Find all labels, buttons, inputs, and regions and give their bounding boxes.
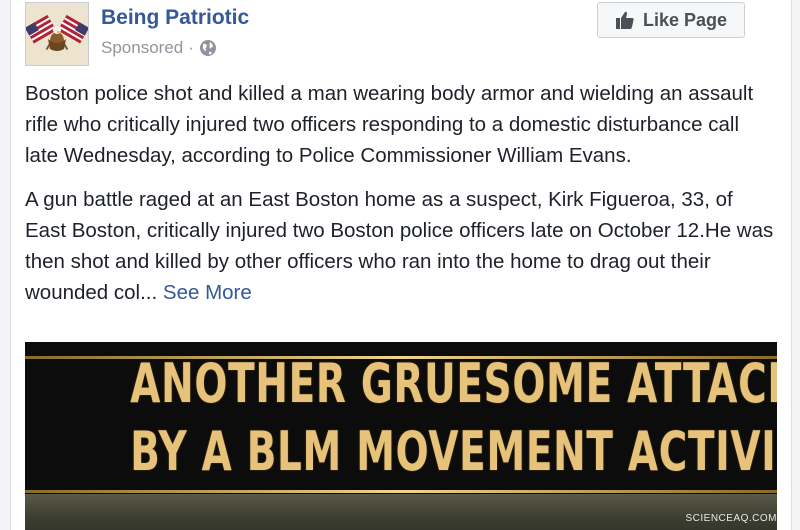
watermark: SCIENCEAQ.COM <box>685 513 777 524</box>
thumbs-up-icon <box>615 10 635 30</box>
post-body: Boston police shot and killed a man wear… <box>25 78 775 321</box>
page-name-link[interactable]: Being Patriotic <box>101 6 249 30</box>
image-headline-line2: BY A BLM MOVEMENT ACTIVIST <box>130 420 777 483</box>
globe-icon[interactable] <box>199 39 217 57</box>
meta-separator: · <box>188 38 194 57</box>
sponsored-label[interactable]: Sponsored <box>101 38 183 58</box>
post-image[interactable]: ANOTHER GRUESOME ATTACK ON POLICE BY A B… <box>25 342 777 530</box>
post-meta: Sponsored · <box>101 38 217 58</box>
bottom-gold-border <box>25 490 777 493</box>
flags-eagle-icon <box>26 3 88 65</box>
post-paragraph-2: A gun battle raged at an East Boston hom… <box>25 184 775 308</box>
post-paragraph-2-text: A gun battle raged at an East Boston hom… <box>25 188 774 304</box>
image-photo-strip <box>25 494 777 530</box>
page-avatar[interactable] <box>25 2 89 66</box>
sponsored-post: Being Patriotic Sponsored · Like Page Bo… <box>10 0 792 530</box>
like-page-button[interactable]: Like Page <box>597 2 745 38</box>
like-page-label: Like Page <box>642 9 728 30</box>
post-paragraph-1: Boston police shot and killed a man wear… <box>25 82 754 167</box>
see-more-link[interactable]: See More <box>163 281 252 304</box>
image-headline-line1: ANOTHER GRUESOME ATTACK ON POLICE <box>130 352 777 415</box>
